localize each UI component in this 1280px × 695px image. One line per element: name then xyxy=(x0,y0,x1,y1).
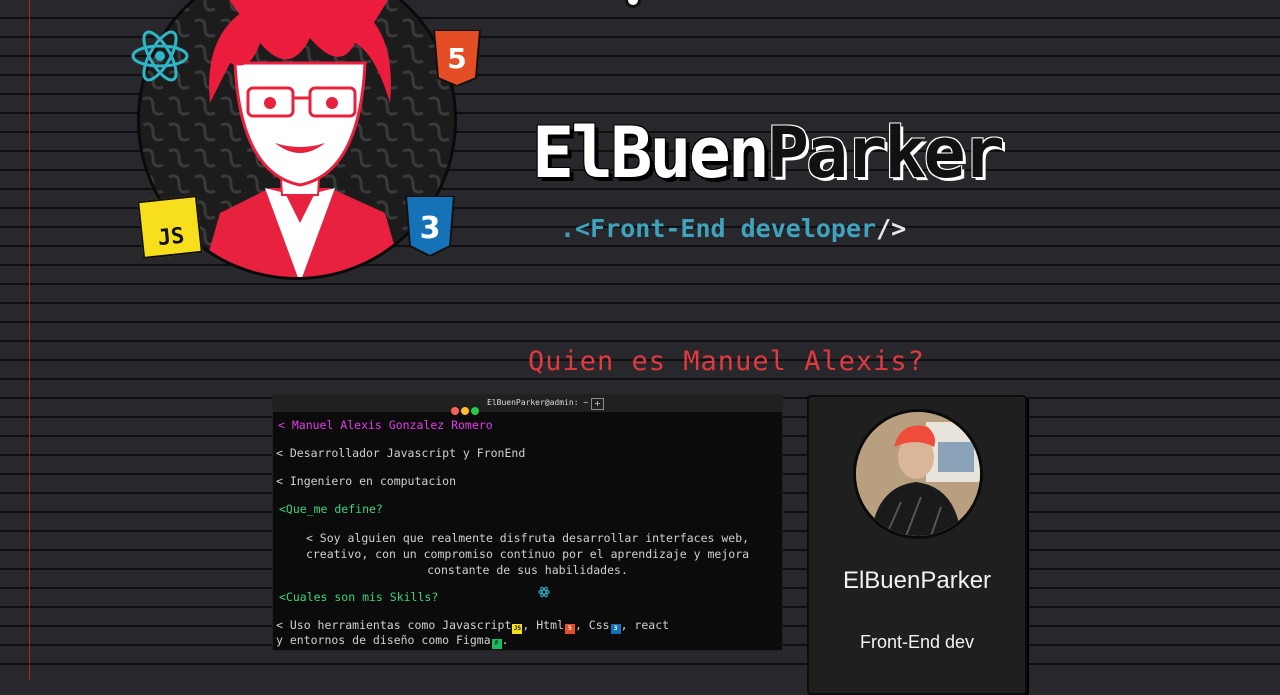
terminal-skills-line2: y entornos de diseño como Figma F. xyxy=(276,633,509,649)
brand-title-part2: Parker xyxy=(766,112,1005,194)
svg-text:3: 3 xyxy=(420,211,441,246)
css3-icon: 3 xyxy=(610,624,621,634)
svg-text:5: 5 xyxy=(447,42,466,75)
about-terminal-window: ElBuenParker@admin: ~ + < Manuel Alexis … xyxy=(273,395,782,650)
react-icon xyxy=(131,30,189,82)
subtitle-suffix: /> xyxy=(876,214,907,243)
figma-icon: F xyxy=(491,639,502,649)
css3-icon: 3 xyxy=(404,196,456,256)
notebook-margin-line xyxy=(29,0,30,680)
minimize-window-button[interactable] xyxy=(461,407,469,415)
close-window-button[interactable] xyxy=(451,407,459,415)
subtitle-prefix: .< xyxy=(560,214,591,243)
terminal-define-text: < Soy alguien que realmente disfruta des… xyxy=(305,531,750,577)
terminal-skills-heading: <Cuales son mis Skills? xyxy=(279,590,439,604)
brand-title: ElBuenParker xyxy=(532,112,1005,194)
window-controls xyxy=(451,400,481,419)
new-tab-button[interactable]: + xyxy=(591,398,604,410)
skills-text-2: , Html xyxy=(522,618,564,632)
js-icon-label: JS xyxy=(156,223,186,252)
brand-title-part1: ElBuen xyxy=(532,112,770,194)
terminal-line-role: < Desarrollador Javascript y FronEnd xyxy=(276,446,526,460)
js-icon: JS xyxy=(512,624,523,634)
scroll-indicator-dot xyxy=(625,0,641,8)
profile-photo-image xyxy=(856,412,980,536)
html5-icon: 5 xyxy=(564,624,575,634)
profile-name: ElBuenParker xyxy=(842,567,992,594)
terminal-title-bar: ElBuenParker@admin: ~ + xyxy=(273,395,782,415)
terminal-line-name: < Manuel Alexis Gonzalez Romero xyxy=(278,418,493,432)
profile-card: ElBuenParker Front-End dev xyxy=(807,395,1027,695)
react-icon xyxy=(538,586,550,598)
terminal-skills-line1: < Uso herramientas como Javascript JS, Ht… xyxy=(276,618,669,634)
subtitle-text: Front-End developer xyxy=(590,214,877,243)
skills-text-1: < Uso herramientas como Javascript xyxy=(276,618,512,632)
terminal-define-heading: <Que_me define? xyxy=(279,502,383,516)
skills-text-4: , react xyxy=(620,618,670,632)
terminal-title: ElBuenParker@admin: ~ xyxy=(487,398,589,407)
profile-role: Front-End dev xyxy=(859,632,975,652)
about-section-title: Quien es Manuel Alexis? xyxy=(528,346,925,377)
terminal-line-degree: < Ingeniero en computacion xyxy=(276,474,457,488)
js-icon: JS xyxy=(137,195,203,259)
skills-text-5: y entornos de diseño como Figma xyxy=(276,633,491,647)
skills-text-6: . xyxy=(501,633,509,647)
brand-subtitle: .<Front-End developer/> xyxy=(560,214,906,243)
skills-text-3: , Css xyxy=(574,618,610,632)
html5-icon: 5 xyxy=(432,30,482,86)
profile-photo xyxy=(853,409,983,539)
maximize-window-button[interactable] xyxy=(471,407,479,415)
